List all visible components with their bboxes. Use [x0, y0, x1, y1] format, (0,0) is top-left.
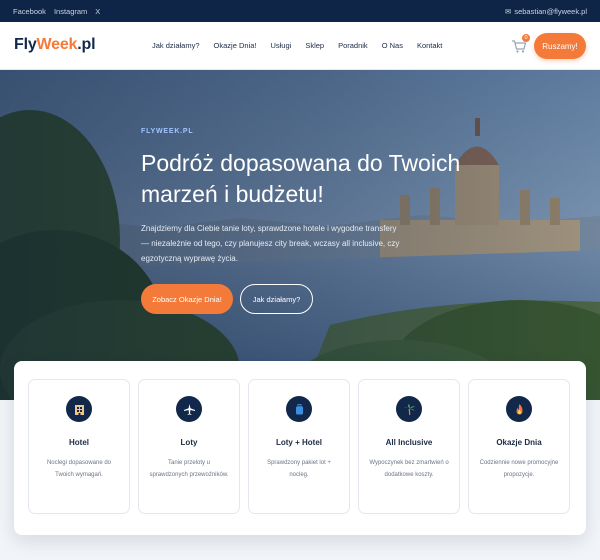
logo-fly: Fly: [14, 36, 37, 53]
social-links: Facebook Instagram X: [13, 7, 100, 16]
service-description: Sprawdzony pakiet lot + nocleg.: [267, 460, 331, 478]
how-it-works-button[interactable]: Jak działamy?: [240, 284, 313, 314]
start-button[interactable]: Ruszamy!: [534, 33, 586, 59]
palm-icon: [396, 396, 422, 422]
nav-item-how-it-works[interactable]: Jak działamy?: [152, 41, 200, 50]
service-title: Hotel: [69, 438, 89, 447]
nav-item-deals[interactable]: Okazje Dnia!: [214, 41, 257, 50]
see-deals-button[interactable]: Zobacz Okazje Dnia!: [141, 284, 233, 314]
mail-icon: ✉: [505, 7, 512, 16]
service-title: Loty + Hotel: [275, 438, 322, 447]
nav-item-shop[interactable]: Sklep: [305, 41, 324, 50]
service-card-flights[interactable]: Loty Tanie przeloty u sprawdzonych przew…: [138, 379, 240, 514]
service-title: Loty: [180, 438, 198, 447]
fire-icon: [506, 396, 532, 422]
x-link[interactable]: X: [95, 7, 100, 16]
hero-section: FLYWEEK.PL Podróż dopasowana do Twoich m…: [0, 70, 600, 400]
nav-item-contact[interactable]: Kontakt: [417, 41, 442, 50]
service-description: Codziennie nowe promocyjne propozycje.: [479, 460, 559, 478]
logo[interactable]: FlyWeek.pl: [14, 36, 96, 54]
logo-week: Week: [36, 36, 78, 53]
nav-item-guide[interactable]: Poradnik: [338, 41, 368, 50]
service-card-all-inclusive[interactable]: All Inclusive Wypoczynek bez zmartwień o…: [358, 379, 460, 514]
top-bar: Facebook Instagram X ✉ sebastian@flyweek…: [0, 0, 600, 22]
hotel-icon: [66, 396, 92, 422]
service-title: Okazje Dnia: [496, 438, 542, 447]
contact-email[interactable]: ✉ sebastian@flyweek.pl: [505, 7, 587, 16]
hero-eyebrow: FLYWEEK.PL: [141, 128, 194, 135]
service-card-hotel[interactable]: Hotel Noclegi dopasowane do Twoich wymag…: [28, 379, 130, 514]
logo-tld: .pl: [77, 36, 96, 53]
email-text: sebastian@flyweek.pl: [514, 7, 587, 16]
hero-description: Znajdziemy dla Ciebie tanie loty, sprawd…: [141, 224, 400, 263]
site-header: FlyWeek.pl Jak działamy? Okazje Dnia! Us…: [0, 22, 600, 70]
cart-count-badge: 0: [522, 34, 530, 42]
nav-item-about[interactable]: O Nas: [382, 41, 403, 50]
service-description: Wypoczynek bez zmartwień o dodatkowe kos…: [369, 460, 449, 478]
main-nav: Jak działamy? Okazje Dnia! Usługi Sklep …: [152, 41, 456, 50]
service-description: Noclegi dopasowane do Twoich wymagań.: [46, 460, 112, 478]
services-panel: Hotel Noclegi dopasowane do Twoich wymag…: [14, 361, 586, 535]
service-title: All Inclusive: [385, 438, 433, 447]
instagram-link[interactable]: Instagram: [54, 7, 87, 16]
hero-title: Podróż dopasowana do Twoich marzeń i bud…: [141, 150, 461, 207]
service-description: Tanie przeloty u sprawdzonych przewoźnik…: [149, 460, 229, 478]
service-card-deals[interactable]: Okazje Dnia Codziennie nowe promocyjne p…: [468, 379, 570, 514]
facebook-link[interactable]: Facebook: [13, 7, 46, 16]
plane-icon: [176, 396, 202, 422]
luggage-icon: [286, 396, 312, 422]
nav-item-services[interactable]: Usługi: [270, 41, 291, 50]
service-card-flight-hotel[interactable]: Loty + Hotel Sprawdzony pakiet lot + noc…: [248, 379, 350, 514]
